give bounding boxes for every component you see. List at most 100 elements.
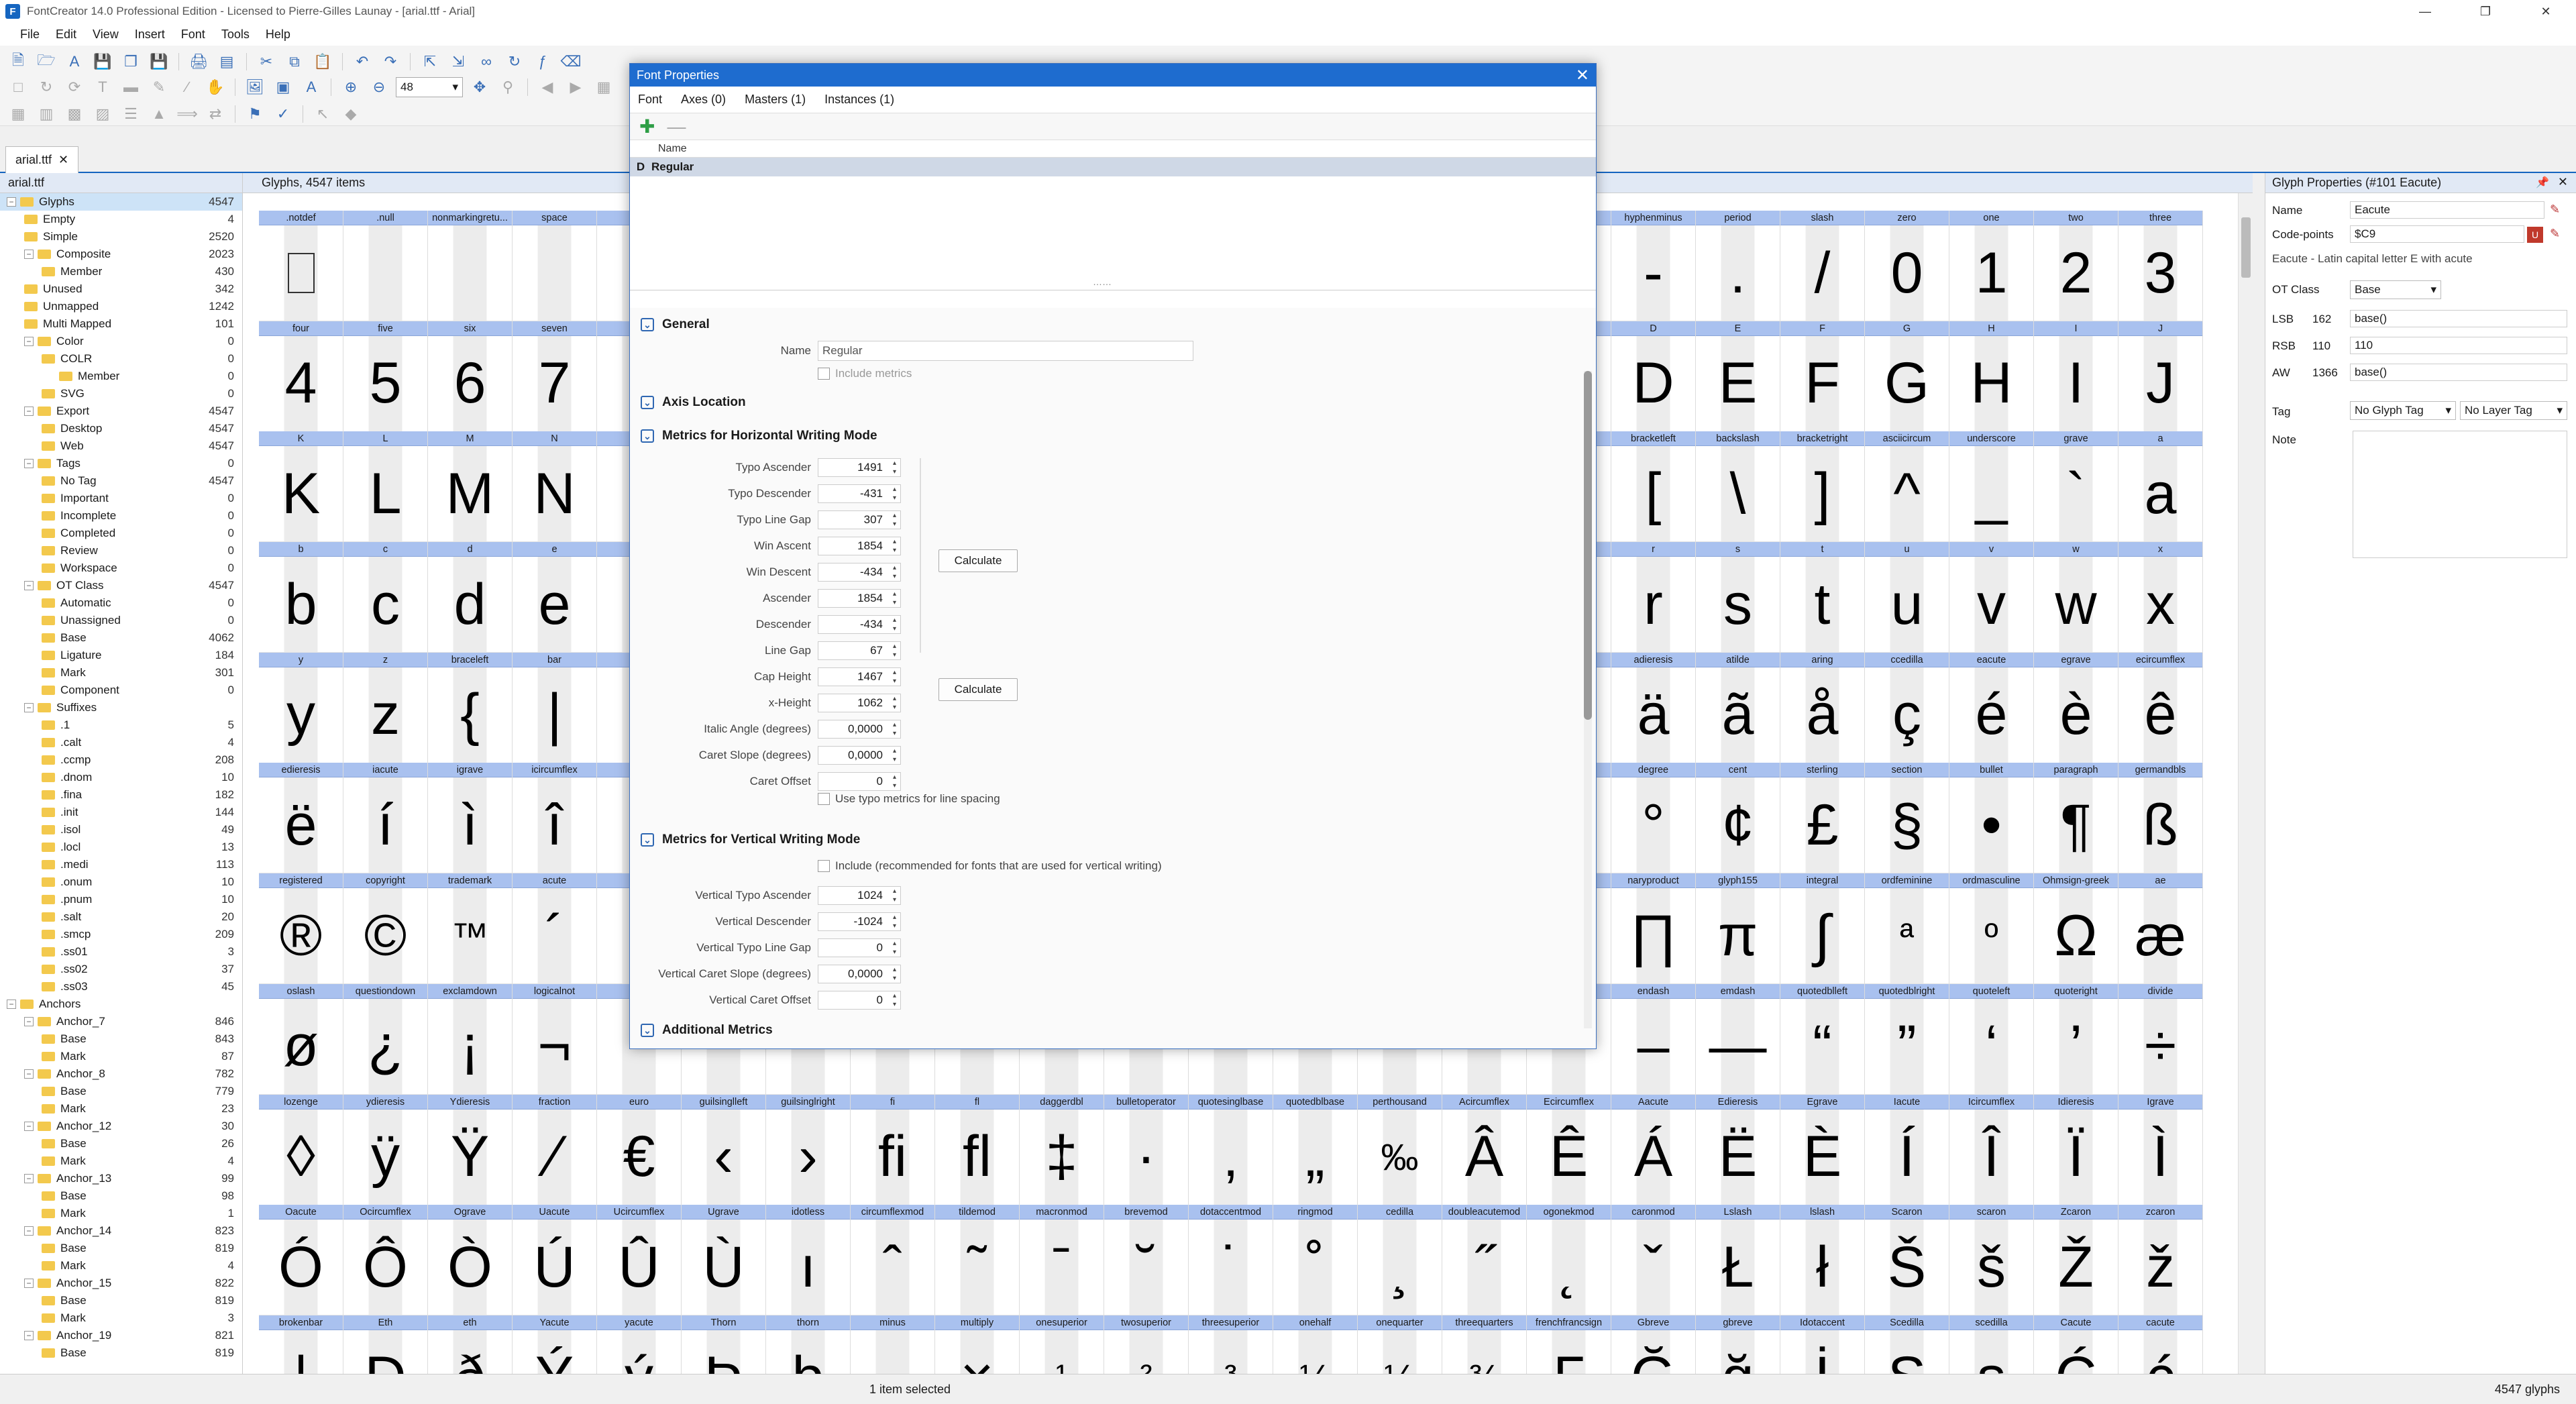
glyph-cell[interactable]: cent ¢ [1696,763,1780,874]
glyph-cell[interactable]: ss [1696,542,1780,653]
ruler-icon[interactable]: ▬ [119,76,142,99]
glyph-cell[interactable]: NN [513,431,597,543]
add-icon[interactable]: ✚ [639,115,655,138]
tab-axes[interactable]: Axes (0) [681,93,726,107]
glyph-cell[interactable]: guilsinglleft ‹ [682,1094,766,1205]
collapse-icon[interactable]: − [24,1069,34,1079]
glyph-cell[interactable]: exclamdown ¡ [428,983,513,1095]
tree-item[interactable]: Mark 4 [0,1257,242,1275]
glyph-cell[interactable]: Oacute Ó [259,1205,343,1315]
glyph-cell[interactable]: oslash ø [259,983,343,1095]
collapse-icon[interactable]: − [24,1122,34,1131]
glyph-cell[interactable]: quotedblright” [1865,983,1949,1095]
glyph-cell[interactable]: Acircumflex Â [1442,1094,1527,1205]
menu-help[interactable]: Help [258,28,299,42]
glyph-cell[interactable]: bar | [513,652,597,763]
glyph-cell[interactable]: vv [1949,542,2034,653]
metric-spinner[interactable]: -434 [818,563,901,582]
glyph-cell[interactable]: fi ﬁ [851,1094,935,1205]
glyph-cell[interactable]: GbreveĞ [1611,1315,1696,1374]
tree-item[interactable]: COLR 0 [0,350,242,368]
calculate-height-button[interactable]: Calculate [938,678,1018,701]
tree-item[interactable]: .isol 49 [0,821,242,839]
pen-icon[interactable]: ✎ [148,76,170,99]
glyph-cell[interactable]: fraction ⁄ [513,1094,597,1205]
glyph-cell[interactable]: germandbls ß [2118,763,2203,874]
zoom-select[interactable]: 48 ▾ [396,77,463,97]
eraser-icon[interactable]: ⌫ [559,50,582,73]
glyph-cell[interactable]: ee [513,542,597,653]
metric-spinner[interactable]: -431 [818,484,901,503]
glyph-cell[interactable]: zero 0 [1865,211,1949,321]
glyph-cell[interactable]: cacuteć [2118,1315,2203,1374]
glyph-cell[interactable]: scaron š [1949,1205,2034,1315]
glyph-cell[interactable]: GG [1865,321,1949,432]
glyph-cell[interactable]: endash – [1611,983,1696,1095]
metric-spinner[interactable]: 1854 [818,537,901,555]
glyph-cell[interactable]: macronmod ˉ [1020,1205,1104,1315]
lsb-field[interactable]: base() [2350,310,2567,327]
metric-spinner[interactable]: 0,0000 [818,720,901,739]
glyph-cell[interactable]: tt [1780,542,1865,653]
glyph-cell[interactable]: Egrave È [1780,1094,1865,1205]
glyph-cell[interactable]: Iacute Í [1865,1094,1949,1205]
open-folder-icon[interactable]: 🗁 [35,50,58,73]
glyph-cell[interactable]: fl ﬂ [935,1094,1020,1205]
tree-item[interactable]: − Export 4547 [0,402,242,420]
glyph-cell[interactable]: .notdef [259,211,343,321]
remove-icon[interactable]: — [667,116,686,138]
glyph-cell[interactable]: onehalf½ [1273,1315,1358,1374]
paste-icon[interactable]: 📋 [311,50,334,73]
knife-icon[interactable]: ∕ [176,76,199,99]
glyph-cell[interactable]: ScedillaŞ [1865,1315,1949,1374]
glyph-cell[interactable]: ordfeminine ª [1865,873,1949,984]
unicode-icon[interactable]: U [2527,227,2543,243]
glyph-cell[interactable]: braceleft{ [428,652,513,763]
metric-spinner[interactable]: 0 [818,772,901,791]
link-icon[interactable]: ∞ [475,50,498,73]
glyph-cell[interactable]: LL [343,431,428,543]
glyph-cell[interactable]: JJ [2118,321,2203,432]
cut-icon[interactable]: ✂ [255,50,278,73]
align-right-icon[interactable]: ▶ [564,76,587,99]
tree-item[interactable]: Important 0 [0,490,242,507]
glyph-cell[interactable]: asciicircum ^ [1865,431,1949,543]
glyph-cell[interactable]: twosuperior² [1104,1315,1189,1374]
print-icon[interactable]: 🖨 [187,50,210,73]
glyph-cell[interactable]: ringmod ˚ [1273,1205,1358,1315]
glyph-cell[interactable]: two 2 [2034,211,2118,321]
tree-item[interactable]: Automatic 0 [0,594,242,612]
redo-icon[interactable]: ↷ [379,50,402,73]
collapse-icon[interactable]: − [24,1017,34,1026]
note-field[interactable] [2353,431,2567,558]
glyph-cell[interactable]: Lslash Ł [1696,1205,1780,1315]
glyph-cell[interactable]: scedillaş [1949,1315,2034,1374]
glyph-cell[interactable]: degree ° [1611,763,1696,874]
preview-icon[interactable]: ▤ [215,50,238,73]
tree-item[interactable]: Member 0 [0,368,242,385]
close-icon[interactable]: ✕ [58,153,68,167]
rsb-field[interactable]: 110 [2350,337,2567,354]
close-icon[interactable]: ✕ [1576,66,1589,85]
menu-file[interactable]: File [12,28,48,42]
tree-item[interactable]: .fina 182 [0,786,242,804]
tree-item[interactable]: .salt 20 [0,908,242,926]
tree-item[interactable]: Mark 87 [0,1048,242,1065]
glyph-cell[interactable]: gbreveğ [1696,1315,1780,1374]
glyph-cell[interactable]: ccedilla ç [1865,652,1949,763]
export-icon[interactable]: ⇲ [447,50,470,73]
tree-item[interactable]: .onum 10 [0,873,242,891]
glyph-cell[interactable]: CacuteĆ [2034,1315,2118,1374]
undo-icon[interactable]: ↶ [351,50,374,73]
glyph-cell[interactable]: seven 7 [513,321,597,432]
metric-spinner[interactable]: 0 [818,938,901,957]
tree-item[interactable]: − Anchor_8 782 [0,1065,242,1083]
tree-item[interactable]: Unassigned 0 [0,612,242,629]
transform-icon[interactable]: ⟹ [176,103,199,125]
section-vertical-metrics[interactable]: ⌄ Metrics for Vertical Writing Mode [641,832,860,847]
tree-item[interactable]: − Composite 2023 [0,246,242,263]
glyph-cell[interactable]: sterling £ [1780,763,1865,874]
glyph-cell[interactable]: hyphenminus - [1611,211,1696,321]
glyph-cell[interactable]: bulletoperator · [1104,1094,1189,1205]
glyph-cell[interactable]: ydieresis ÿ [343,1094,428,1205]
